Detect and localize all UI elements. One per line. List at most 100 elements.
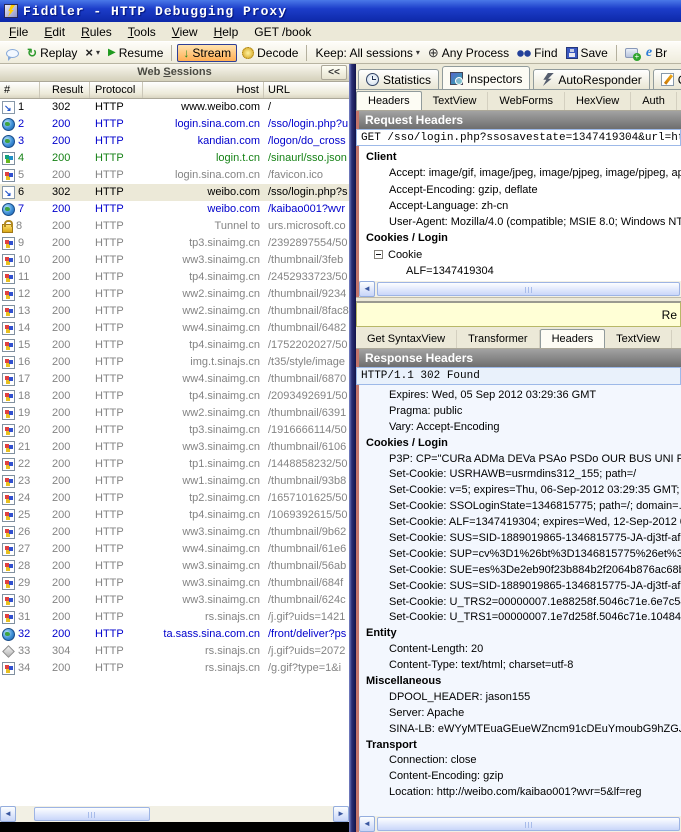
url-cell: /1069392615/50: [264, 507, 349, 524]
collapse-expander-icon[interactable]: [374, 250, 383, 259]
session-row[interactable]: 19200HTTPww2.sinaimg.cn/thumbnail/6391: [0, 405, 349, 422]
column-header-host[interactable]: Host: [143, 82, 264, 98]
scroll-left-button[interactable]: [0, 806, 16, 822]
tab-transformer[interactable]: Transformer: [457, 330, 540, 348]
tab-comp[interactable]: Comp: [653, 69, 681, 89]
session-row[interactable]: 18200HTTPtp4.sinaimg.cn/2093492691/50: [0, 388, 349, 405]
keep-sessions-dropdown[interactable]: Keep: All sessions▾: [312, 45, 422, 61]
session-row[interactable]: 33304HTTPrs.sinajs.cn/j.gif?uids=2072: [0, 643, 349, 660]
url-cell: /favicon.ico: [264, 167, 349, 184]
session-row[interactable]: 3200HTTPkandian.com/logon/do_cross: [0, 133, 349, 150]
column-header-result[interactable]: Result: [40, 82, 90, 98]
browse-button[interactable]: eBr: [643, 44, 670, 62]
session-row[interactable]: 5200HTTPlogin.sina.com.cn/favicon.ico: [0, 167, 349, 184]
remove-button[interactable]: ×▾: [82, 46, 103, 60]
scroll-left-button[interactable]: [359, 816, 375, 832]
result-cell: 200: [40, 439, 90, 456]
session-row[interactable]: 28200HTTPww3.sinaimg.cn/thumbnail/56ab: [0, 558, 349, 575]
column-header-num[interactable]: #: [0, 82, 40, 98]
resume-button[interactable]: ▶Resume: [105, 45, 166, 61]
screenshot-button[interactable]: [622, 46, 641, 59]
session-row[interactable]: 13200HTTPww2.sinaimg.cn/thumbnail/8fac8: [0, 303, 349, 320]
title-bar[interactable]: Fiddler - HTTP Debugging Proxy: [0, 0, 681, 22]
session-row[interactable]: 31200HTTPrs.sinajs.cn/j.gif?uids=1421: [0, 609, 349, 626]
menu-item-file[interactable]: File: [1, 23, 36, 41]
tab-statistics[interactable]: Statistics: [358, 69, 439, 89]
tab-textview[interactable]: TextView: [422, 92, 489, 110]
session-number-cell: 5: [0, 167, 40, 184]
session-row[interactable]: 27200HTTPww4.sinaimg.cn/thumbnail/61e6: [0, 541, 349, 558]
find-button[interactable]: Find: [514, 45, 560, 61]
stream-toggle-button[interactable]: ↓Stream: [177, 44, 237, 62]
menu-item-help[interactable]: Help: [206, 23, 247, 41]
session-row[interactable]: 32200HTTPta.sass.sina.com.cn/front/deliv…: [0, 626, 349, 643]
session-row[interactable]: 15200HTTPtp4.sinaimg.cn/1752202027/50: [0, 337, 349, 354]
session-row[interactable]: 2200HTTPlogin.sina.com.cn/sso/login.php?…: [0, 116, 349, 133]
session-row[interactable]: 30200HTTPww3.sinaimg.cn/thumbnail/624c: [0, 592, 349, 609]
tab-im[interactable]: Im: [672, 330, 681, 348]
session-row[interactable]: 6302HTTPweibo.com/sso/login.php?s: [0, 184, 349, 201]
header-line: Set-Cookie: SUE=es%3De2eb90f23b884b2f206…: [359, 563, 681, 579]
tab-auth[interactable]: Auth: [631, 92, 677, 110]
session-row[interactable]: 23200HTTPww1.sinaimg.cn/thumbnail/93b8: [0, 473, 349, 490]
notice-text: Re: [662, 308, 677, 322]
session-row[interactable]: 10200HTTPww3.sinaimg.cn/thumbnail/3feb: [0, 252, 349, 269]
session-row[interactable]: 12200HTTPww2.sinaimg.cn/thumbnail/9234: [0, 286, 349, 303]
tab-inspectors[interactable]: Inspectors: [442, 66, 530, 90]
tab-autoresponder[interactable]: AutoResponder: [533, 69, 649, 89]
replay-button[interactable]: ↻Replay: [24, 45, 80, 61]
session-row[interactable]: 7200HTTPweibo.com/kaibao001?wvr: [0, 201, 349, 218]
image-icon: [2, 356, 15, 369]
tab-textview[interactable]: TextView: [605, 330, 672, 348]
result-cell: 200: [40, 592, 90, 609]
scroll-thumb[interactable]: [377, 282, 680, 296]
host-cell: ww2.sinaimg.cn: [143, 405, 264, 422]
image-icon: [2, 271, 15, 284]
tab-webforms[interactable]: WebForms: [488, 92, 565, 110]
session-row[interactable]: 20200HTTPtp3.sinaimg.cn/1916666114/50: [0, 422, 349, 439]
tab-headers[interactable]: Headers: [540, 329, 606, 349]
panel-splitter[interactable]: [349, 64, 356, 832]
scroll-right-button[interactable]: [333, 806, 349, 822]
session-row[interactable]: 11200HTTPtp4.sinaimg.cn/2452933723/50: [0, 269, 349, 286]
scroll-thumb[interactable]: [377, 817, 680, 831]
menu-item-rules[interactable]: Rules: [73, 23, 120, 41]
session-row[interactable]: 9200HTTPtp3.sinaimg.cn/2392897554/50: [0, 235, 349, 252]
session-row[interactable]: 17200HTTPww4.sinaimg.cn/thumbnail/6870: [0, 371, 349, 388]
session-row[interactable]: 16200HTTPimg.t.sinajs.cn/t35/style/image: [0, 354, 349, 371]
decode-button[interactable]: Decode: [239, 45, 301, 61]
image-icon: [2, 662, 15, 675]
session-row[interactable]: 29200HTTPww3.sinaimg.cn/thumbnail/684f: [0, 575, 349, 592]
column-header-protocol[interactable]: Protocol: [90, 82, 143, 98]
any-process-button[interactable]: ⊕Any Process: [425, 45, 512, 61]
session-row[interactable]: 25200HTTPtp4.sinaimg.cn/1069392615/50: [0, 507, 349, 524]
menu-item-view[interactable]: View: [164, 23, 206, 41]
host-cell: login.t.cn: [143, 150, 264, 167]
session-row[interactable]: 21200HTTPww3.sinaimg.cn/thumbnail/6106: [0, 439, 349, 456]
collapse-panel-button[interactable]: <<: [321, 65, 347, 80]
session-row[interactable]: 24200HTTPtp2.sinaimg.cn/1657101625/50: [0, 490, 349, 507]
session-row[interactable]: 4200HTTPlogin.t.cn/sinaurl/sso.json: [0, 150, 349, 167]
tab-get-syntaxview[interactable]: Get SyntaxView: [356, 330, 457, 348]
session-row[interactable]: 26200HTTPww3.sinaimg.cn/thumbnail/9b62: [0, 524, 349, 541]
remove-dropdown-arrow[interactable]: ▾: [96, 48, 100, 57]
tab-headers[interactable]: Headers: [356, 91, 422, 111]
session-number: 8: [16, 218, 22, 235]
session-row[interactable]: 34200HTTPrs.sinajs.cn/g.gif?type=1&i: [0, 660, 349, 677]
save-button[interactable]: Save: [563, 45, 611, 61]
tab-hexview[interactable]: HexView: [565, 92, 631, 110]
scroll-left-button[interactable]: [359, 281, 375, 297]
response-encoding-notice[interactable]: Re: [356, 301, 681, 327]
menu-item-get-book[interactable]: GET /book: [246, 23, 319, 41]
session-row[interactable]: 14200HTTPww4.sinaimg.cn/thumbnail/6482: [0, 320, 349, 337]
menu-item-tools[interactable]: Tools: [120, 23, 164, 41]
session-row[interactable]: 1302HTTPwww.weibo.com/: [0, 99, 349, 116]
url-cell: /thumbnail/3feb: [264, 252, 349, 269]
menu-item-edit[interactable]: Edit: [36, 23, 73, 41]
session-row[interactable]: 22200HTTPtp1.sinaimg.cn/1448858232/50: [0, 456, 349, 473]
tab-c[interactable]: C: [677, 92, 681, 110]
session-row[interactable]: 8200HTTPTunnel tours.microsoft.co: [0, 218, 349, 235]
scroll-thumb[interactable]: [34, 807, 150, 821]
column-header-url[interactable]: URL: [264, 82, 349, 98]
comment-button[interactable]: [3, 47, 22, 59]
